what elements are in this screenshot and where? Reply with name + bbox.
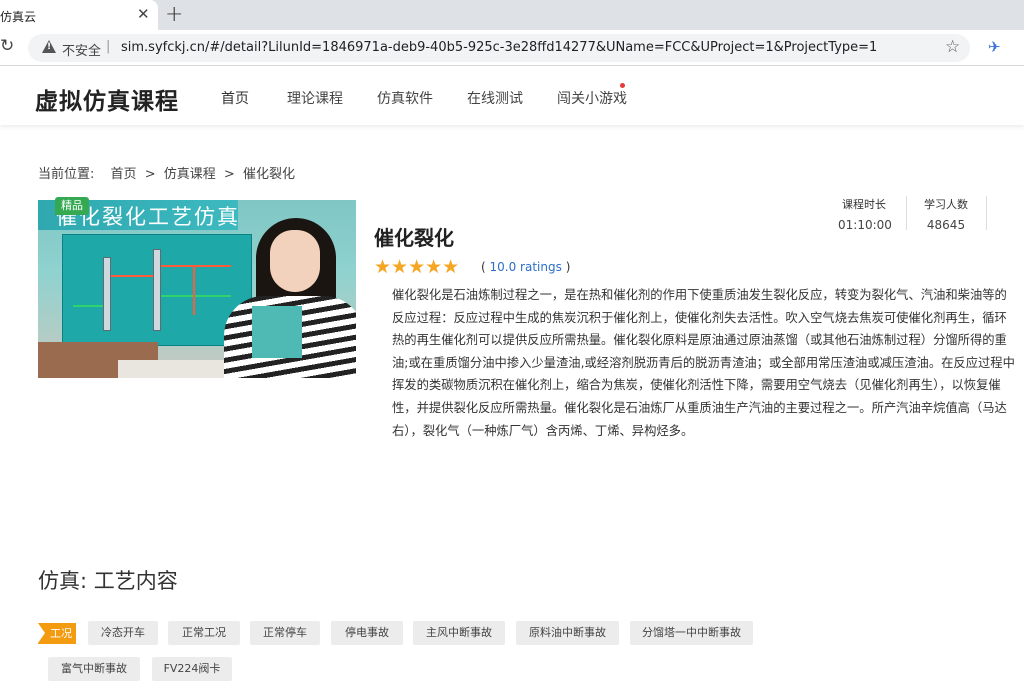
chip-power-failure[interactable]: 停电事故	[331, 621, 403, 645]
rating-close-paren: )	[565, 260, 571, 274]
stat-divider	[906, 196, 907, 230]
nav-item-home[interactable]: 首页	[221, 88, 249, 108]
course-title: 催化裂化	[374, 226, 454, 250]
reload-icon[interactable]: ↻	[0, 36, 14, 56]
description-line: 挥发的类碳物质沉积在催化剂上，缩合为焦炭，使催化剂活性下降，需要用空气烧去（见催…	[392, 378, 1001, 393]
breadcrumb-separator: >	[223, 167, 235, 182]
premium-badge: 精品	[55, 197, 89, 215]
nav-item-software[interactable]: 仿真软件	[377, 88, 433, 108]
duration-label: 课程时长	[842, 198, 886, 211]
security-status[interactable]: 不安全	[62, 40, 101, 59]
breadcrumb-courses[interactable]: 仿真课程	[164, 167, 216, 182]
description-line: 性，并提供裂化反应所需热量。催化裂化是石油炼厂从重质油生产汽油的主要过程之一。所…	[392, 400, 1007, 415]
breadcrumb-home[interactable]: 首页	[111, 167, 137, 182]
rating-value[interactable]: 10.0 ratings	[490, 260, 562, 274]
chip-normal-shutdown[interactable]: 正常停车	[250, 621, 320, 645]
breadcrumb-separator: >	[144, 167, 156, 182]
condition-tag: 工况	[38, 623, 76, 644]
person-book	[252, 306, 302, 358]
rating-text: ( 10.0 ratings )	[481, 260, 570, 274]
chip-main-air-failure[interactable]: 主风中断事故	[413, 621, 505, 645]
browser-toolbar: ↻ 不安全 | sim.syfckj.cn/#/detail?LilunId=1…	[0, 30, 1024, 66]
tab-title: 仿真云	[0, 10, 37, 24]
breadcrumb-current: 催化裂化	[242, 167, 295, 182]
description-line: 反应过程：反应过程中生成的焦炭沉积于催化剂上，使催化剂失去活性。吹入空气烧去焦炭…	[392, 310, 1007, 325]
duration-stat: 课程时长 01:10:00	[838, 196, 892, 232]
chip-normal-operation[interactable]: 正常工况	[168, 621, 240, 645]
rating-open-paren: (	[481, 260, 486, 274]
site-logo[interactable]: 虚拟仿真课程	[35, 82, 179, 116]
description-line: 热的再生催化剂可以提供反应所需热量。催化裂化原料是原油通过原油蒸馏（或其他石油炼…	[392, 333, 1007, 348]
description-line: 右），裂化气（一种炼厂气）含丙烯、丁烯、异构烃多。	[392, 423, 694, 438]
extension-icon[interactable]: ✈	[988, 38, 1001, 56]
description-line: 催化裂化是石油炼制过程之一，是在热和催化剂的作用下使重质油发生裂化反应，转变为裂…	[392, 288, 1007, 302]
nav-item-game[interactable]: 闯关小游戏	[557, 88, 627, 108]
learners-value: 48645	[926, 218, 966, 232]
breadcrumb: 当前位置: 首页 > 仿真课程 > 催化裂化	[38, 163, 299, 182]
person-face	[270, 230, 320, 292]
chip-fv224-stuck[interactable]: FV224阀卡	[152, 657, 232, 681]
url-text[interactable]: sim.syfckj.cn/#/detail?LilunId=1846971a-…	[121, 40, 877, 55]
browser-tab[interactable]: 仿真云 ✕	[0, 0, 158, 30]
browser-tabbar: 仿真云 ✕ +	[0, 0, 1024, 30]
duration-value: 01:10:00	[838, 218, 892, 232]
chip-feed-oil-failure[interactable]: 原料油中断事故	[516, 621, 619, 645]
stat-divider	[986, 196, 987, 230]
favorite-star-icon[interactable]: ☆	[945, 37, 960, 57]
nav-item-test[interactable]: 在线测试	[467, 88, 523, 108]
new-tab-icon[interactable]: +	[165, 2, 183, 27]
notification-dot	[620, 83, 625, 88]
warning-icon	[42, 40, 56, 53]
breadcrumb-label: 当前位置:	[38, 167, 95, 182]
section-title: 仿真: 工艺内容	[38, 569, 178, 593]
learners-stat: 学习人数 48645	[920, 196, 972, 232]
course-cover-image[interactable]: 催化裂化工艺仿真	[38, 200, 356, 378]
learners-label: 学习人数	[924, 198, 968, 211]
site-header: 虚拟仿真课程 首页 理论课程 仿真软件 在线测试 闯关小游戏	[0, 67, 1024, 125]
close-icon[interactable]: ✕	[137, 5, 150, 23]
address-bar[interactable]: 不安全 | sim.syfckj.cn/#/detail?LilunId=184…	[28, 34, 970, 62]
chip-cold-start[interactable]: 冷态开车	[88, 621, 158, 645]
nav-item-theory[interactable]: 理论课程	[287, 88, 343, 108]
description-line: 油;或在重质馏分油中掺入少量渣油,或经溶剂脱沥青后的脱沥青渣油；或全部用常压渣油…	[392, 355, 1015, 370]
rating-stars-icon: ★★★★★	[374, 256, 460, 278]
chip-fractionator-failure[interactable]: 分馏塔一中中断事故	[630, 621, 753, 645]
chip-rich-gas-failure[interactable]: 富气中断事故	[48, 657, 140, 681]
divider: |	[106, 39, 111, 54]
course-description: 催化裂化是石油炼制过程之一，是在热和催化剂的作用下使重质油发生裂化反应，转变为裂…	[392, 284, 1022, 442]
